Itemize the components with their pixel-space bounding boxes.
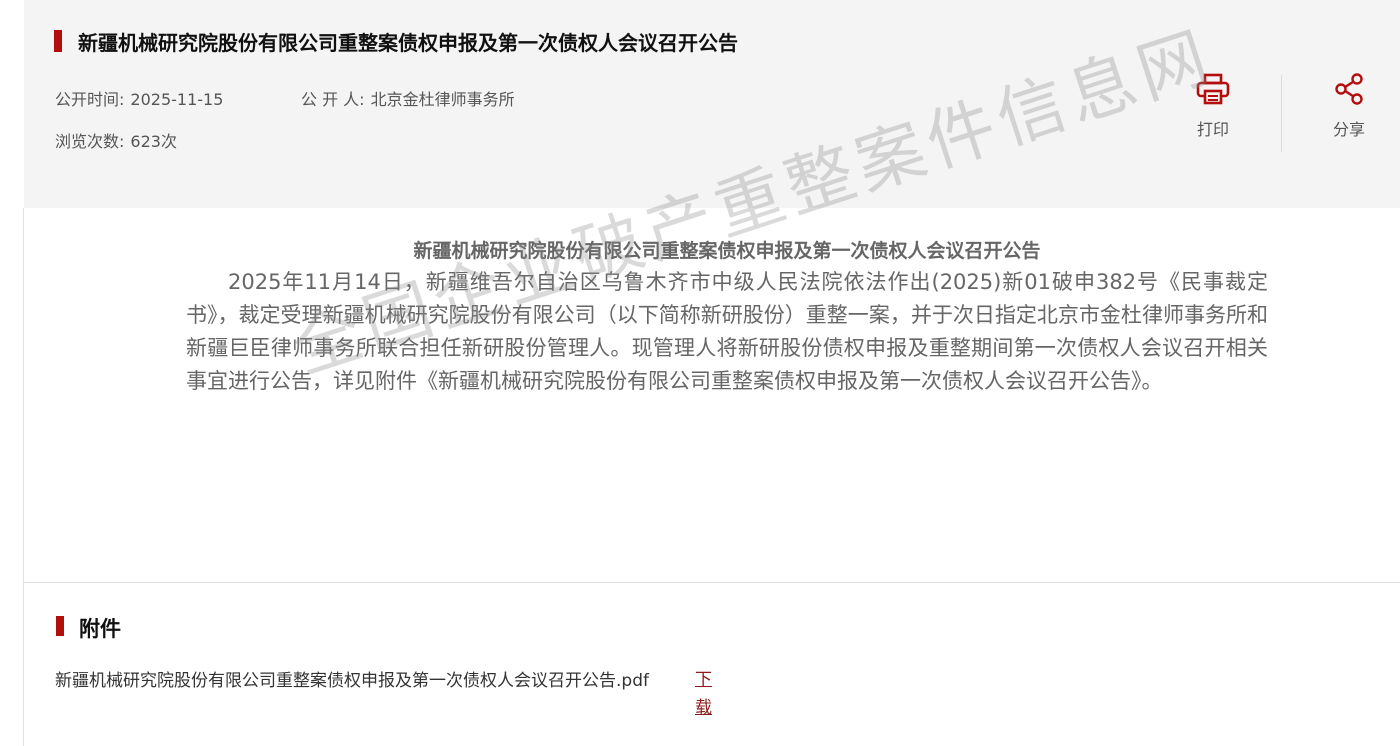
tool-separator	[1281, 75, 1282, 152]
content-left-border	[23, 208, 24, 746]
publisher-value: 北京金杜律师事务所	[370, 90, 515, 109]
share-icon	[1335, 73, 1363, 105]
view-count: 浏览次数: 623次	[55, 128, 177, 152]
publisher: 公 开 人: 北京金杜律师事务所	[301, 86, 515, 110]
attachment-download-link[interactable]: 下载	[55, 666, 717, 722]
publish-time: 公开时间: 2025-11-15	[55, 86, 223, 110]
printer-icon	[1196, 73, 1230, 105]
article-body: 2025年11月14日，新疆维吾尔自治区乌鲁木齐市中级人民法院依法作出(2025…	[186, 270, 1268, 393]
print-button[interactable]: 打印	[1173, 72, 1253, 140]
publisher-label: 公 开 人:	[301, 90, 365, 109]
print-label: 打印	[1196, 120, 1229, 139]
share-label: 分享	[1332, 120, 1365, 139]
section-divider	[24, 582, 1400, 583]
publish-time-value: 2025-11-15	[130, 90, 224, 109]
view-count-value: 623次	[130, 132, 177, 151]
attachments-title: 附件	[79, 617, 121, 641]
publish-time-label: 公开时间:	[55, 90, 125, 109]
page-title: 新疆机械研究院股份有限公司重整案债权申报及第一次债权人会议召开公告	[78, 31, 738, 55]
share-button[interactable]: 分享	[1309, 72, 1389, 140]
title-accent-bar	[54, 30, 62, 52]
view-count-label: 浏览次数:	[55, 132, 125, 151]
attachments-accent-bar	[56, 616, 64, 636]
article-title: 新疆机械研究院股份有限公司重整案债权申报及第一次债权人会议召开公告	[413, 240, 1041, 262]
